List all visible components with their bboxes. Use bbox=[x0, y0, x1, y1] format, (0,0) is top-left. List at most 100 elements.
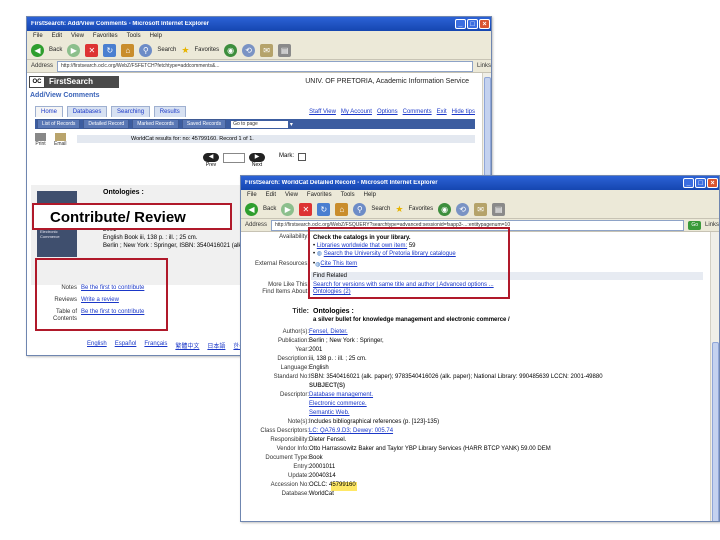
search-button-label[interactable]: Search bbox=[371, 206, 390, 212]
menu-file[interactable]: File bbox=[33, 33, 43, 39]
print-icon[interactable]: ▤ bbox=[278, 43, 292, 57]
maximize-button[interactable]: □ bbox=[695, 178, 706, 188]
pager: ◀ Prev ▶ Next Mark: bbox=[203, 153, 306, 168]
record-title[interactable]: Ontologies : bbox=[103, 189, 144, 196]
tab-searching[interactable]: Searching bbox=[111, 106, 151, 117]
home-icon[interactable]: ⌂ bbox=[121, 43, 135, 57]
menu-help[interactable]: Help bbox=[364, 192, 376, 198]
prev-arrow-icon: ◀ bbox=[203, 153, 219, 162]
search-button-label[interactable]: Search bbox=[157, 47, 176, 53]
print-icon[interactable]: ▤ bbox=[492, 202, 506, 216]
link-comments[interactable]: Comments bbox=[403, 109, 432, 115]
menu-tools[interactable]: Tools bbox=[341, 192, 355, 198]
record-field-value[interactable]: Database management. bbox=[309, 392, 703, 401]
link-my-account[interactable]: My Account bbox=[341, 109, 372, 115]
menu-tools[interactable]: Tools bbox=[127, 33, 141, 39]
email-tool[interactable]: Email bbox=[54, 133, 67, 147]
minimize-button[interactable]: _ bbox=[455, 19, 466, 29]
mark-checkbox[interactable] bbox=[298, 153, 306, 161]
history-icon[interactable]: ⟲ bbox=[242, 43, 256, 57]
tab-results[interactable]: Results bbox=[153, 106, 186, 117]
menu-file[interactable]: File bbox=[247, 192, 257, 198]
favorites-button-label[interactable]: Favorites bbox=[194, 47, 219, 53]
address-input[interactable]: http://firstsearch.oclc.org/WebZ/FSFETCH… bbox=[57, 60, 473, 72]
forward-arrow-icon[interactable]: ▶ bbox=[281, 202, 295, 216]
back-toolbar: ◀ Back ▶ ✕ ↻ ⌂ ⚲ Search ★ Favorites ◉ ⟲ … bbox=[27, 41, 491, 60]
lang-english[interactable]: English bbox=[87, 341, 107, 350]
home-icon[interactable]: ⌂ bbox=[335, 202, 349, 216]
saved-records-button[interactable]: Saved Records bbox=[181, 119, 227, 129]
search-icon[interactable]: ⚲ bbox=[353, 202, 367, 216]
minimize-button[interactable]: _ bbox=[683, 178, 694, 188]
lang-japanese[interactable]: 日本語 bbox=[207, 341, 225, 350]
front-scrollbar-thumb[interactable] bbox=[712, 342, 719, 521]
firstsearch-header: OC FirstSearch UNIV. OF PRETORIA, Academ… bbox=[29, 75, 479, 88]
favorites-star-icon[interactable]: ★ bbox=[181, 45, 189, 56]
tab-home[interactable]: Home bbox=[35, 106, 64, 117]
favorites-button-label[interactable]: Favorites bbox=[408, 206, 433, 212]
mail-icon[interactable]: ✉ bbox=[260, 43, 274, 57]
links-label[interactable]: Links bbox=[705, 222, 719, 228]
record-field-value: Dieter Fensel. bbox=[309, 437, 347, 443]
refresh-icon[interactable]: ↻ bbox=[103, 43, 117, 57]
refresh-icon[interactable]: ↻ bbox=[317, 202, 331, 216]
link-hide-tips[interactable]: Hide tips bbox=[452, 109, 475, 115]
goto-page-select[interactable]: Go to page bbox=[231, 120, 288, 128]
front-scrollbar[interactable] bbox=[710, 232, 719, 521]
menu-edit[interactable]: Edit bbox=[52, 33, 62, 39]
media-icon[interactable]: ◉ bbox=[438, 202, 452, 216]
record-field-value: 20040314 bbox=[309, 473, 336, 479]
history-icon[interactable]: ⟲ bbox=[456, 202, 470, 216]
lang-spanish[interactable]: Español bbox=[115, 341, 137, 350]
close-button[interactable]: × bbox=[479, 19, 490, 29]
list-of-records-button[interactable]: List of Records bbox=[37, 119, 81, 129]
record-field-value: ISBN: 3540416021 (alk. paper); 978354041… bbox=[309, 374, 603, 380]
media-icon[interactable]: ◉ bbox=[224, 43, 238, 57]
links-label[interactable]: Links bbox=[477, 63, 491, 69]
menu-view[interactable]: View bbox=[71, 33, 84, 39]
back-button-label[interactable]: Back bbox=[49, 47, 62, 53]
record-field-value[interactable]: Fensel, Dieter. bbox=[309, 329, 703, 338]
back-button-label[interactable]: Back bbox=[263, 206, 276, 212]
back-arrow-icon[interactable]: ◀ bbox=[31, 43, 44, 57]
marked-records-button[interactable]: Marked Records bbox=[132, 119, 179, 129]
record-field-value[interactable]: Semantic Web. bbox=[309, 410, 703, 419]
lang-french[interactable]: Français bbox=[144, 341, 167, 350]
back-arrow-icon[interactable]: ◀ bbox=[245, 202, 258, 216]
record-row: Year: 2001 bbox=[241, 347, 703, 356]
menu-favorites[interactable]: Favorites bbox=[93, 33, 118, 39]
record-row: Semantic Web. bbox=[241, 410, 703, 419]
email-label: Email bbox=[54, 141, 67, 147]
forward-arrow-icon[interactable]: ▶ bbox=[67, 43, 81, 57]
stop-icon[interactable]: ✕ bbox=[85, 43, 99, 57]
search-icon[interactable]: ⚲ bbox=[139, 43, 153, 57]
stop-icon[interactable]: ✕ bbox=[299, 202, 313, 216]
menu-favorites[interactable]: Favorites bbox=[307, 192, 332, 198]
tab-databases[interactable]: Databases bbox=[66, 106, 108, 117]
go-button[interactable]: Go bbox=[688, 220, 701, 230]
maximize-button[interactable]: □ bbox=[467, 19, 478, 29]
record-field-value: Book bbox=[309, 455, 323, 461]
link-options[interactable]: Options bbox=[377, 109, 398, 115]
next-button[interactable]: ▶ Next bbox=[249, 153, 265, 168]
link-staff-view[interactable]: Staff View bbox=[309, 109, 336, 115]
favorites-star-icon[interactable]: ★ bbox=[395, 204, 403, 215]
print-tool[interactable]: Print bbox=[35, 133, 46, 147]
record-row: Update: 20040314 bbox=[241, 473, 703, 482]
record-field-label: Author(s): bbox=[282, 329, 309, 335]
page-number-input[interactable] bbox=[223, 153, 245, 163]
menu-help[interactable]: Help bbox=[150, 33, 162, 39]
mark-label: Mark: bbox=[279, 153, 294, 159]
close-button[interactable]: × bbox=[707, 178, 718, 188]
link-exit[interactable]: Exit bbox=[437, 109, 447, 115]
record-field-value[interactable]: LC: QA76.9.D3; Dewey: 005.74 bbox=[309, 428, 703, 437]
mail-icon[interactable]: ✉ bbox=[474, 202, 488, 216]
goto-page-dropdown-icon[interactable]: ▾ bbox=[290, 121, 293, 128]
record-field-label: Database: bbox=[281, 491, 309, 497]
detailed-record-button[interactable]: Detailed Record bbox=[83, 119, 130, 129]
lang-chinese[interactable]: 繁體中文 bbox=[175, 341, 199, 350]
menu-edit[interactable]: Edit bbox=[266, 192, 276, 198]
menu-view[interactable]: View bbox=[285, 192, 298, 198]
prev-button[interactable]: ◀ Prev bbox=[203, 153, 219, 168]
record-field-value[interactable]: Electronic commerce. bbox=[309, 401, 703, 410]
